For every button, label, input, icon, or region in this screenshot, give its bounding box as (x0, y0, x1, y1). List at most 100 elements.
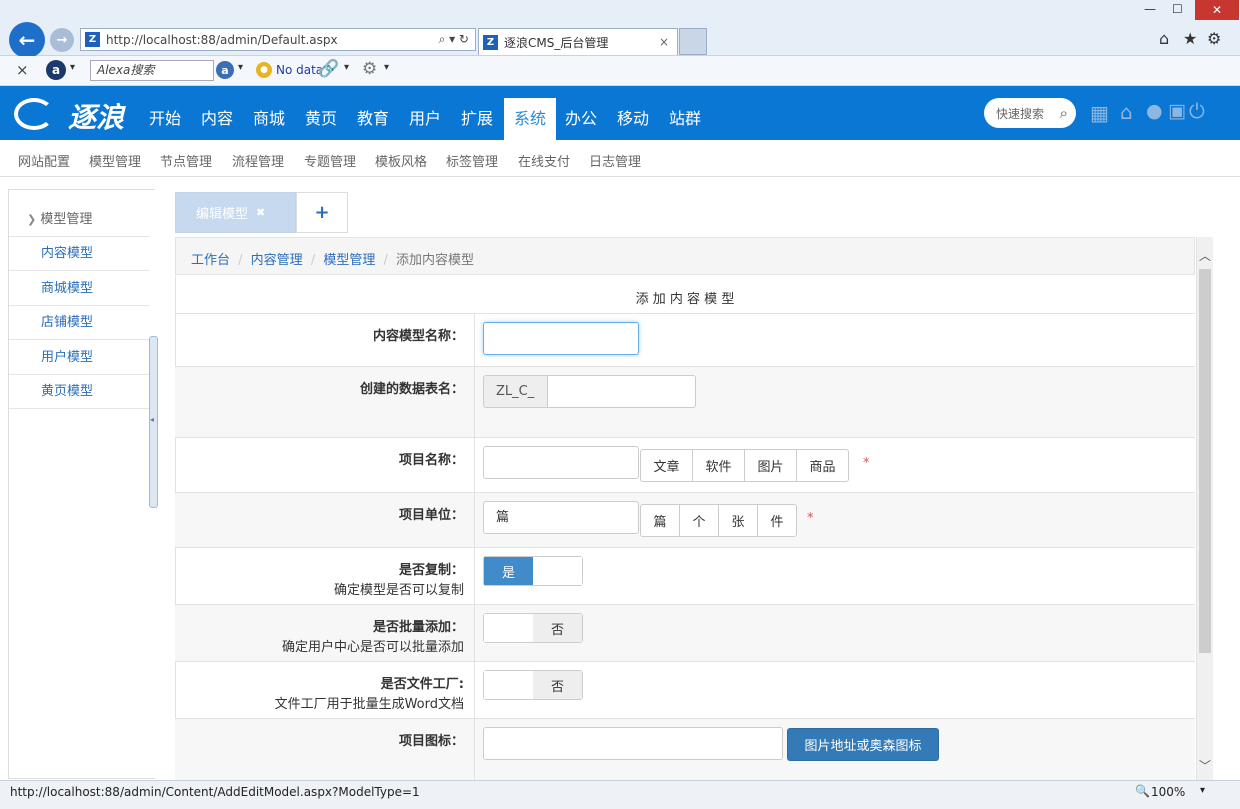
subnav-item-3[interactable]: 流程管理 (232, 151, 284, 170)
copy-toggle[interactable]: 是 (483, 556, 583, 586)
nav-item-1[interactable]: 内容 (198, 86, 236, 140)
vertical-scrollbar[interactable]: ︿ ﹀ (1196, 237, 1213, 780)
favorites-star-icon[interactable]: ★ (1183, 29, 1197, 48)
sidebar-collapse-handle[interactable]: ◂ (149, 336, 158, 508)
nav-item-10[interactable]: 站群 (666, 86, 704, 140)
sidebar-title[interactable]: ❯ 模型管理 (27, 208, 92, 227)
quick-search-icon[interactable]: ⌕ (1060, 104, 1068, 122)
alexa-search-dropdown-icon[interactable]: ▾ (238, 62, 243, 73)
sidebar-item-1[interactable]: 商城模型 (9, 272, 149, 306)
zoom-level[interactable]: 100% (1151, 785, 1185, 799)
item-name_options-option-2[interactable]: 图片 (744, 449, 797, 482)
tab-edit-model[interactable]: 编辑模型 ✖ (175, 192, 296, 233)
breadcrumb-item-2[interactable]: 模型管理 (323, 253, 375, 268)
item-unit_options-option-3[interactable]: 件 (757, 504, 797, 537)
item-unit_options-option-0[interactable]: 篇 (640, 504, 680, 537)
breadcrumb-separator: / (379, 253, 393, 268)
item-name-input[interactable] (483, 446, 639, 479)
logo-text: 逐浪 (68, 101, 125, 134)
back-button[interactable]: ← (9, 22, 45, 58)
model-name-input[interactable] (483, 322, 639, 355)
alexa-dropdown-icon[interactable]: ▾ (70, 62, 75, 73)
minimize-button[interactable]: — (1144, 2, 1156, 16)
nav-item-0[interactable]: 开始 (146, 86, 184, 140)
forward-button[interactable]: → (50, 28, 74, 52)
sidebar-item-3[interactable]: 用户模型 (9, 341, 149, 375)
subnav-item-0[interactable]: 网站配置 (18, 151, 70, 170)
breadcrumb-item-0[interactable]: 工作台 (191, 253, 230, 268)
maximize-button[interactable]: ☐ (1172, 2, 1183, 16)
sidebar-item-0[interactable]: 内容模型 (9, 237, 149, 271)
link-icon[interactable]: 🔗 (318, 59, 339, 79)
nav-item-6[interactable]: 扩展 (458, 86, 496, 140)
copy-toggle-on[interactable]: 是 (484, 557, 533, 585)
toolbar-close-icon[interactable]: × (16, 61, 29, 79)
zoom-icon[interactable]: 🔍 (1135, 784, 1150, 798)
nav-item-2[interactable]: 商城 (250, 86, 288, 140)
close-window-button[interactable]: ✕ (1195, 0, 1239, 20)
zoom-dropdown-icon[interactable]: ▾ (1200, 785, 1205, 796)
tools-dropdown-icon[interactable]: ▾ (384, 62, 389, 73)
tab-close-icon[interactable]: × (659, 35, 669, 49)
icon-picker-button[interactable]: 图片地址或奥森图标 (787, 728, 939, 761)
subnav-item-8[interactable]: 日志管理 (589, 151, 641, 170)
settings-gear-icon[interactable]: ⚙ (1207, 29, 1221, 48)
power-icon[interactable]: ⏻ (1189, 99, 1205, 123)
new-tab-area[interactable] (679, 28, 707, 55)
tab-close-icon[interactable]: ✖ (256, 206, 265, 219)
item-unit-input[interactable]: 篇 (483, 501, 639, 534)
scroll-down-icon[interactable]: ﹀ (1199, 757, 1211, 774)
subnav-item-6[interactable]: 标签管理 (446, 151, 498, 170)
alexa-search-icon[interactable]: a (216, 61, 234, 79)
batch-toggle-off[interactable]: 否 (533, 614, 582, 642)
item-unit_options-option-2[interactable]: 张 (718, 504, 758, 537)
home-icon[interactable]: ⌂ (1159, 29, 1169, 48)
icon-input[interactable] (483, 727, 783, 760)
subnav-item-4[interactable]: 专题管理 (304, 151, 356, 170)
breadcrumb-item-1[interactable]: 内容管理 (251, 253, 303, 268)
item-name_options-option-1[interactable]: 软件 (692, 449, 745, 482)
nav-item-3[interactable]: 黄页 (302, 86, 340, 140)
nav-item-8[interactable]: 办公 (562, 86, 600, 140)
subnav-item-2[interactable]: 节点管理 (160, 151, 212, 170)
sidebar-item-2[interactable]: 店铺模型 (9, 306, 149, 340)
subnav-item-7[interactable]: 在线支付 (518, 151, 570, 170)
alexa-icon[interactable]: a (46, 60, 66, 80)
item-name_options-option-3[interactable]: 商品 (796, 449, 849, 482)
link-dropdown-icon[interactable]: ▾ (344, 62, 349, 73)
home-nav-icon[interactable]: ⌂ (1120, 100, 1133, 124)
quick-search-box[interactable]: 快速搜索 ⌕ (984, 98, 1076, 128)
search-icon[interactable]: ⌕ ▾ ↻ (439, 32, 469, 47)
nav-item-4[interactable]: 教育 (354, 86, 392, 140)
grid-apps-icon[interactable]: ▦ (1090, 101, 1109, 125)
subnav-item-5[interactable]: 模板风格 (375, 151, 427, 170)
user-icon[interactable]: ● (1146, 100, 1163, 122)
batch-toggle[interactable]: 否 (483, 613, 583, 643)
item-unit_options-option-1[interactable]: 个 (679, 504, 719, 537)
factory-toggle[interactable]: 否 (483, 670, 583, 700)
nav-item-5[interactable]: 用户 (406, 86, 444, 140)
nav-item-9[interactable]: 移动 (614, 86, 652, 140)
site-favicon-icon: Z (85, 32, 100, 47)
subnav-item-1[interactable]: 模型管理 (89, 151, 141, 170)
tab-edit-model-label: 编辑模型 (196, 207, 249, 222)
quick-search-input[interactable]: 快速搜索 (996, 105, 1044, 122)
add-tab-button[interactable]: + (296, 192, 348, 233)
site-logo[interactable]: 逐浪 (14, 96, 144, 134)
lock-icon[interactable]: ▣ (1168, 100, 1186, 122)
sidebar-item-4[interactable]: 黄页模型 (9, 375, 149, 409)
item-name_options-option-0[interactable]: 文章 (640, 449, 693, 482)
copy-toggle-off[interactable] (533, 557, 582, 585)
factory-toggle-on[interactable] (484, 671, 533, 699)
table-name-input[interactable] (547, 375, 696, 408)
tools-gear-icon[interactable]: ⚙ (362, 59, 377, 79)
alexa-search-input[interactable]: Alexa搜索 (90, 60, 214, 81)
nav-item-7[interactable]: 系统 (504, 98, 556, 140)
batch-toggle-on[interactable] (484, 614, 533, 642)
browser-tab[interactable]: Z 逐浪CMS_后台管理 × (478, 28, 678, 55)
factory-toggle-off[interactable]: 否 (533, 671, 582, 699)
batch-description: 确定用户中心是否可以批量添加 (281, 640, 464, 655)
scroll-up-icon[interactable]: ︿ (1199, 247, 1211, 264)
scrollbar-thumb[interactable] (1199, 269, 1211, 653)
address-bar[interactable]: Z http://localhost:88/admin/Default.aspx… (80, 28, 476, 51)
